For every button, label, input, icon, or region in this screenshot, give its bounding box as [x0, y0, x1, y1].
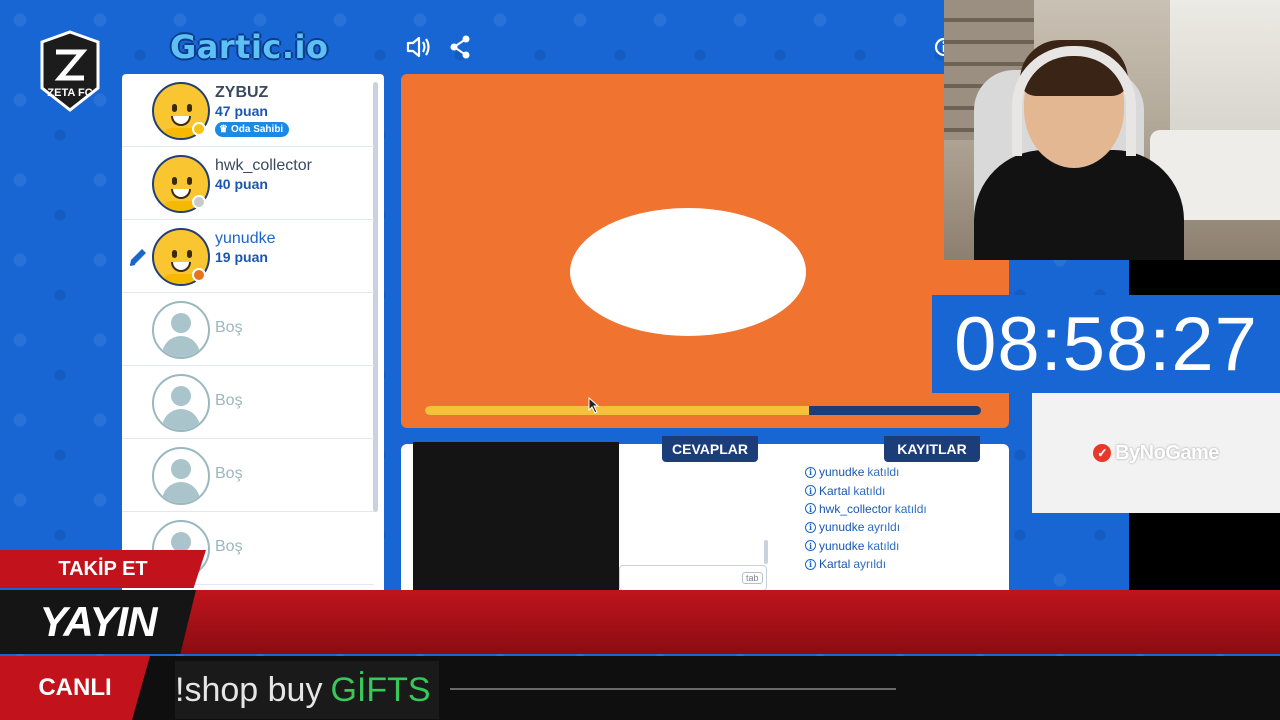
- player-score: 40 puan: [215, 176, 268, 192]
- crown-icon: ♛: [219, 124, 228, 135]
- room-owner-label: Oda Sahibi: [230, 124, 284, 135]
- empty-slot: Boş: [122, 366, 374, 439]
- ticker-highlight: GİFTS: [330, 670, 431, 709]
- ticker-divider: [450, 688, 896, 690]
- overlay-black-block: [1129, 260, 1280, 295]
- streamer-webcam: [944, 0, 1280, 260]
- status-dot: [192, 122, 206, 136]
- info-icon: i: [805, 466, 816, 478]
- zeta-logo-text: ZETA FC: [47, 87, 92, 99]
- sponsor-name: ByNoGame: [1115, 441, 1219, 464]
- stream-countdown: 08:58:27: [932, 295, 1280, 393]
- status-dot: [192, 195, 206, 209]
- gartic-logo: Gartic.io: [170, 28, 329, 66]
- status-dot: [192, 268, 206, 282]
- tab-answers[interactable]: CEVAPLAR: [662, 436, 758, 462]
- round-timer-bar: [425, 406, 981, 415]
- share-icon[interactable]: [446, 33, 474, 61]
- answers-scrollbar[interactable]: [764, 540, 768, 564]
- log-entry: i Kartal katıldı: [805, 481, 1005, 499]
- empty-avatar-icon: [152, 447, 210, 505]
- empty-slot-label: Boş: [215, 319, 243, 336]
- info-icon: i: [805, 521, 816, 533]
- drawn-oval-shape: [570, 208, 806, 336]
- player-name: hwk_collector: [215, 157, 312, 174]
- live-label: CANLI: [0, 656, 150, 720]
- player-row: yunudke 19 puan: [122, 220, 374, 293]
- room-owner-badge: ♛ Oda Sahibi: [215, 122, 290, 137]
- log-entry: i yunudke katıldı: [805, 463, 1005, 481]
- empty-slot-label: Boş: [215, 392, 243, 409]
- info-icon: i: [805, 485, 816, 497]
- tab-shortcut-hint: tab: [742, 572, 763, 584]
- player-score: 19 puan: [215, 249, 268, 265]
- pencil-icon: [127, 246, 149, 268]
- empty-avatar-icon: [152, 374, 210, 432]
- overlay-black-block: [1129, 513, 1280, 595]
- log-entry: i yunudke katıldı: [805, 537, 1005, 555]
- empty-slot-label: Boş: [215, 538, 243, 555]
- empty-avatar-icon: [152, 301, 210, 359]
- logs-list: i yunudke katıldı i Kartal katıldı i hwk_coll…: [805, 463, 1005, 573]
- info-icon: i: [805, 540, 816, 552]
- player-row: ZYBUZ 47 puan ♛ Oda Sahibi: [122, 74, 374, 147]
- round-timer-fill: [425, 406, 809, 415]
- mouse-cursor-icon: [586, 396, 602, 416]
- log-entry: i hwk_collector katıldı: [805, 500, 1005, 518]
- stream-banner-label: YAYIN: [0, 590, 196, 654]
- player-name: ZYBUZ: [215, 84, 269, 101]
- sponsor-logo: ✓ ByNoGame: [1032, 393, 1280, 513]
- log-entry: i yunudke ayrıldı: [805, 518, 1005, 536]
- player-name: yunudke: [215, 230, 276, 247]
- info-icon: i: [805, 503, 816, 515]
- player-score: 47 puan: [215, 103, 268, 119]
- players-panel: ZYBUZ 47 puan ♛ Oda Sahibi hwk_collector…: [122, 74, 384, 604]
- bynogame-icon: ✓: [1093, 444, 1112, 462]
- chat-ticker: !shop buy GİFTS: [175, 661, 439, 719]
- sound-icon[interactable]: [405, 33, 433, 61]
- player-row: hwk_collector 40 puan: [122, 147, 374, 220]
- log-entry: i Kartal ayrıldı: [805, 555, 1005, 573]
- empty-slot: Boş: [122, 439, 374, 512]
- follow-label: TAKİP ET: [0, 550, 206, 588]
- stream-overlay-block: [413, 442, 619, 594]
- tab-logs[interactable]: KAYITLAR: [884, 436, 980, 462]
- zeta-fc-logo: ZETA FC: [38, 30, 102, 112]
- ticker-text: !shop buy: [175, 670, 323, 709]
- empty-slot: Boş: [122, 293, 374, 366]
- empty-slot-label: Boş: [215, 465, 243, 482]
- info-icon: i: [805, 558, 816, 570]
